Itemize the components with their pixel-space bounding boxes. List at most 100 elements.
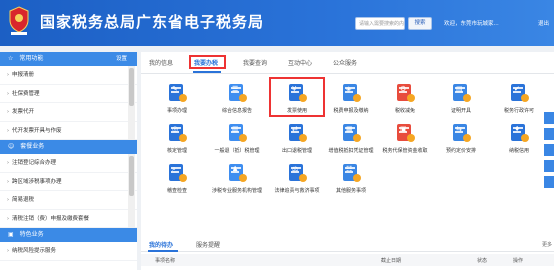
function-tile[interactable]: ☷ 其他服务事项: [321, 158, 381, 200]
todo-tabs: 我的待办 服务提醒 更多: [141, 238, 554, 252]
function-label: 综合信息报告: [221, 108, 252, 114]
sidebar: ☆ 常用功能 设置 ›申报清册 ›社保费管理 ›发票代开 ›代开发票开具与作废⌄…: [0, 52, 137, 270]
more-link[interactable]: 更多: [542, 241, 552, 248]
tab-service-reminder[interactable]: 服务提醒: [196, 240, 220, 249]
sidebar-item-declaration-list[interactable]: › 申报清册: [0, 66, 137, 85]
function-label: 法律追责与救济事项: [274, 188, 320, 194]
icon-glyph: ☷: [346, 165, 353, 173]
special-icon: ▣: [8, 231, 14, 238]
function-tile[interactable]: ▥ 一般退（抵）税管理: [207, 118, 267, 160]
sidebar-item-clearance-package[interactable]: ›清税注销（费）申报及缴费套餐⌄: [0, 210, 137, 228]
inspection-magnifier-icon: ⌕: [166, 163, 188, 183]
sidebar-item-invoice-void[interactable]: ›代开发票开具与作废⌄: [0, 122, 137, 140]
todo-table-header: 事项名称 截止日期 状态 操作: [141, 254, 554, 266]
function-tile[interactable]: ◎ 核定管理: [147, 118, 207, 160]
side-float-button[interactable]: [544, 112, 554, 124]
section-package-header[interactable]: ☺ 套餐业务: [0, 140, 137, 154]
sidebar-item-invoice-issue[interactable]: › 发票代开: [0, 103, 137, 122]
settings-link[interactable]: 设置: [116, 52, 127, 66]
function-label: 税收减免: [394, 108, 415, 114]
logout-link[interactable]: 退出: [538, 19, 549, 27]
main-panel: 我的信息 我要办税 我要查询 互动中心 公众服务 ✎ 事项办理 ☰ 综合信息报告 ¥ 发票…: [141, 52, 554, 270]
sidebar-item-cross-region[interactable]: › 跨区域涉税事项办理: [0, 173, 137, 191]
function-tile[interactable]: ✔ 税务行政许可: [489, 78, 549, 120]
side-float-button[interactable]: [544, 176, 554, 188]
icon-glyph: ◈: [346, 85, 352, 93]
package-icon: ☺: [8, 143, 15, 150]
top-header: 国家税务总局广东省电子税务局 请输入需要搜索的内容 搜索 欢迎，东莞市玩城家..…: [0, 0, 554, 46]
export-refund-icon: ⇄: [286, 123, 308, 143]
arrow-right-icon: ›: [7, 90, 9, 97]
section-special-header[interactable]: ▣ 特色业务: [0, 228, 137, 242]
function-label: 增值税抵扣凭证管理: [328, 148, 374, 154]
function-tile[interactable]: ⚙ 税收减免: [375, 78, 435, 120]
side-float-button[interactable]: [544, 144, 554, 156]
function-tile[interactable]: ⌕ 稽查检查: [147, 158, 207, 200]
function-tile[interactable]: ⚖ 法律追责与救济事项: [267, 158, 327, 200]
function-tile[interactable]: ✎ 事项办理: [147, 78, 207, 120]
function-tile[interactable]: ▤ 证明开具: [431, 78, 491, 120]
sidebar-item-deregistration[interactable]: › 注销登记综合办理: [0, 154, 137, 173]
icon-glyph: ▦: [346, 125, 353, 133]
function-label: 预约定价安排: [445, 148, 476, 154]
function-label: 税费申报及缴纳: [333, 108, 369, 114]
icon-glyph: ✔: [514, 85, 520, 93]
function-tile[interactable]: ⇆ 预约定价安排: [431, 118, 491, 160]
function-tile[interactable]: ♟ 涉税专业服务机构管理: [207, 158, 267, 200]
sidebar-item-risk-notice[interactable]: › 纳税风险提示服务: [0, 242, 137, 261]
tab-my-info[interactable]: 我的信息: [149, 58, 173, 67]
scrollbar-thumb[interactable]: [129, 68, 134, 106]
icon-glyph: ♟: [232, 165, 239, 173]
icon-glyph: ⚙: [400, 85, 407, 93]
tab-interaction[interactable]: 互动中心: [288, 58, 312, 67]
section-common-header[interactable]: ☆ 常用功能 设置: [0, 52, 137, 66]
verification-user-icon: ◎: [166, 123, 188, 143]
document-edit-icon: ✎: [166, 83, 188, 103]
refund-clipboard-icon: ▥: [226, 123, 248, 143]
function-label: 事项办理: [166, 108, 187, 114]
function-label: 税务代保管资金收取: [382, 148, 428, 154]
function-tile[interactable]: ▦ 增值税抵扣凭证管理: [321, 118, 381, 160]
column-header: 事项名称: [155, 258, 176, 264]
arrow-right-icon: ›: [7, 215, 9, 222]
highlight-box: [269, 77, 325, 117]
scrollbar-thumb[interactable]: [129, 156, 134, 196]
icon-glyph: ▣: [400, 125, 407, 133]
search-input[interactable]: 请输入需要搜索的内容: [355, 17, 405, 30]
function-tile[interactable]: ▣ 税务代保管资金收取: [375, 118, 435, 160]
tax-credit-icon: ♦: [508, 123, 530, 143]
search-button[interactable]: 搜索: [408, 17, 432, 30]
column-header: 截止日期: [381, 258, 402, 264]
side-float-button[interactable]: [544, 160, 554, 172]
icon-glyph: ⇆: [456, 125, 462, 133]
function-label: 出口退税管理: [281, 148, 312, 154]
sidebar-item-simple-refund[interactable]: › 简易退税: [0, 191, 137, 210]
icon-glyph: ♦: [514, 125, 521, 133]
function-tile[interactable]: ♦ 纳税信用: [489, 118, 549, 160]
welcome-user-text[interactable]: 欢迎，东莞市玩城家...: [444, 19, 499, 27]
icon-glyph: ⚖: [292, 165, 299, 173]
arrow-right-icon: ›: [7, 160, 9, 166]
function-tile[interactable]: ◈ 税费申报及缴纳: [321, 78, 381, 120]
function-tile[interactable]: ⇄ 出口退税管理: [267, 118, 327, 160]
side-float-button[interactable]: [544, 128, 554, 140]
function-tile[interactable]: ¥ 发票使用: [267, 77, 327, 120]
sidebar-item-social-security[interactable]: › 社保费管理: [0, 85, 137, 103]
tab-public-service[interactable]: 公众服务: [333, 58, 357, 67]
vat-voucher-icon: ▦: [340, 123, 362, 143]
tab-my-todo[interactable]: 我的待办: [149, 240, 173, 249]
arrow-right-icon: ›: [7, 197, 9, 203]
arrow-right-icon: ›: [7, 248, 9, 254]
professional-service-icon: ♟: [226, 163, 248, 183]
icon-glyph: ▥: [232, 125, 239, 133]
function-label: 纳税信用: [508, 148, 529, 154]
arrow-right-icon: ›: [7, 127, 9, 134]
tax-reduction-icon: ⚙: [394, 83, 416, 103]
license-badge-icon: ✔: [508, 83, 530, 103]
icon-glyph: ✎: [172, 85, 178, 93]
active-todo-underline: [148, 250, 178, 252]
tax-declaration-shield-icon: ◈: [340, 83, 362, 103]
function-tile[interactable]: ☰ 综合信息报告: [207, 78, 267, 120]
tab-query[interactable]: 我要查询: [243, 58, 267, 67]
site-title: 国家税务总局广东省电子税务局: [40, 13, 265, 31]
